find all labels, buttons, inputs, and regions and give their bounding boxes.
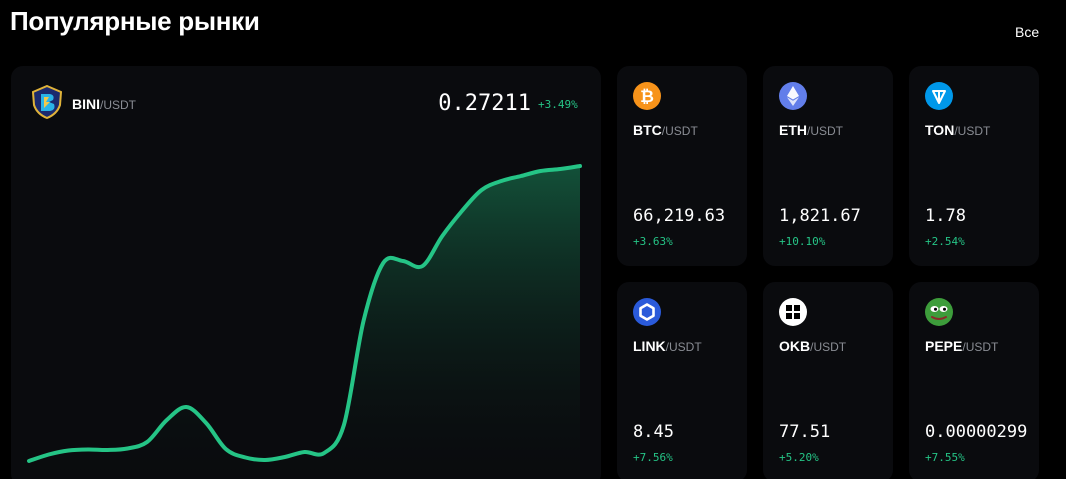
market-quote: /USDT <box>807 124 843 138</box>
price-chart <box>27 164 582 479</box>
market-quote: /USDT <box>954 124 991 138</box>
market-pair: TON/USDT <box>925 122 990 138</box>
market-symbol: TON <box>925 122 955 138</box>
market-symbol: PEPE <box>925 338 963 354</box>
market-change: +5.20% <box>779 451 819 464</box>
featured-pair: BINI/USDT <box>72 96 136 112</box>
market-change: +10.10% <box>779 235 826 248</box>
bini-logo-icon <box>31 85 63 119</box>
featured-quote: /USDT <box>100 98 136 112</box>
market-pair: OKB/USDT <box>779 338 846 354</box>
chart-area <box>29 166 580 479</box>
ton-icon <box>925 82 953 110</box>
market-symbol: LINK <box>633 338 666 354</box>
market-pair: PEPE/USDT <box>925 338 998 354</box>
market-price: 8.45 <box>633 422 674 442</box>
market-quote: /USDT <box>665 340 702 354</box>
market-price: 77.51 <box>779 422 831 442</box>
svg-text:₿: ₿ <box>640 87 654 107</box>
market-pair: ETH/USDT <box>779 122 843 138</box>
view-all-link[interactable]: Все <box>1015 24 1039 40</box>
market-change: +7.56% <box>633 451 673 464</box>
market-pair: LINK/USDT <box>633 338 702 354</box>
market-price: 66,219.63 <box>633 206 726 226</box>
market-card-okb[interactable]: OKB/USDT 77.51 +5.20% <box>763 282 893 479</box>
market-quote: /USDT <box>962 340 999 354</box>
market-pair: BTC/USDT <box>633 122 698 138</box>
market-quote: /USDT <box>810 340 847 354</box>
market-card-pepe[interactable]: PEPE/USDT 0.00000299 +7.55% <box>909 282 1039 479</box>
market-symbol: ETH <box>779 122 807 138</box>
ethereum-icon <box>779 82 807 110</box>
market-card-link[interactable]: LINK/USDT 8.45 +7.56% <box>617 282 747 479</box>
market-price: 1,821.67 <box>779 206 861 226</box>
featured-market-card[interactable]: BINI/USDT 0.27211 +3.49% <box>11 66 601 479</box>
market-symbol: BTC <box>633 122 662 138</box>
pepe-icon <box>925 298 953 326</box>
market-change: +7.55% <box>925 451 965 464</box>
featured-change: +3.49% <box>538 98 578 111</box>
chainlink-icon <box>633 298 661 326</box>
market-change: +2.54% <box>925 235 965 248</box>
market-symbol: OKB <box>779 338 811 354</box>
popular-markets-page: Популярные рынки Все BINI/USDT 0.27211 +… <box>0 0 1066 479</box>
bitcoin-icon: ₿ <box>633 82 661 110</box>
featured-symbol: BINI <box>72 96 100 112</box>
okb-icon <box>779 298 807 326</box>
section-title: Популярные рынки <box>10 6 260 36</box>
market-change: +3.63% <box>633 235 673 248</box>
market-card-ton[interactable]: TON/USDT 1.78 +2.54% <box>909 66 1039 266</box>
market-quote: /USDT <box>661 124 698 138</box>
market-card-eth[interactable]: ETH/USDT 1,821.67 +10.10% <box>763 66 893 266</box>
featured-price: 0.27211 <box>438 91 531 116</box>
market-card-btc[interactable]: ₿ BTC/USDT 66,219.63 +3.63% <box>617 66 747 266</box>
market-price: 1.78 <box>925 206 966 226</box>
market-price: 0.00000299 <box>925 422 1028 442</box>
